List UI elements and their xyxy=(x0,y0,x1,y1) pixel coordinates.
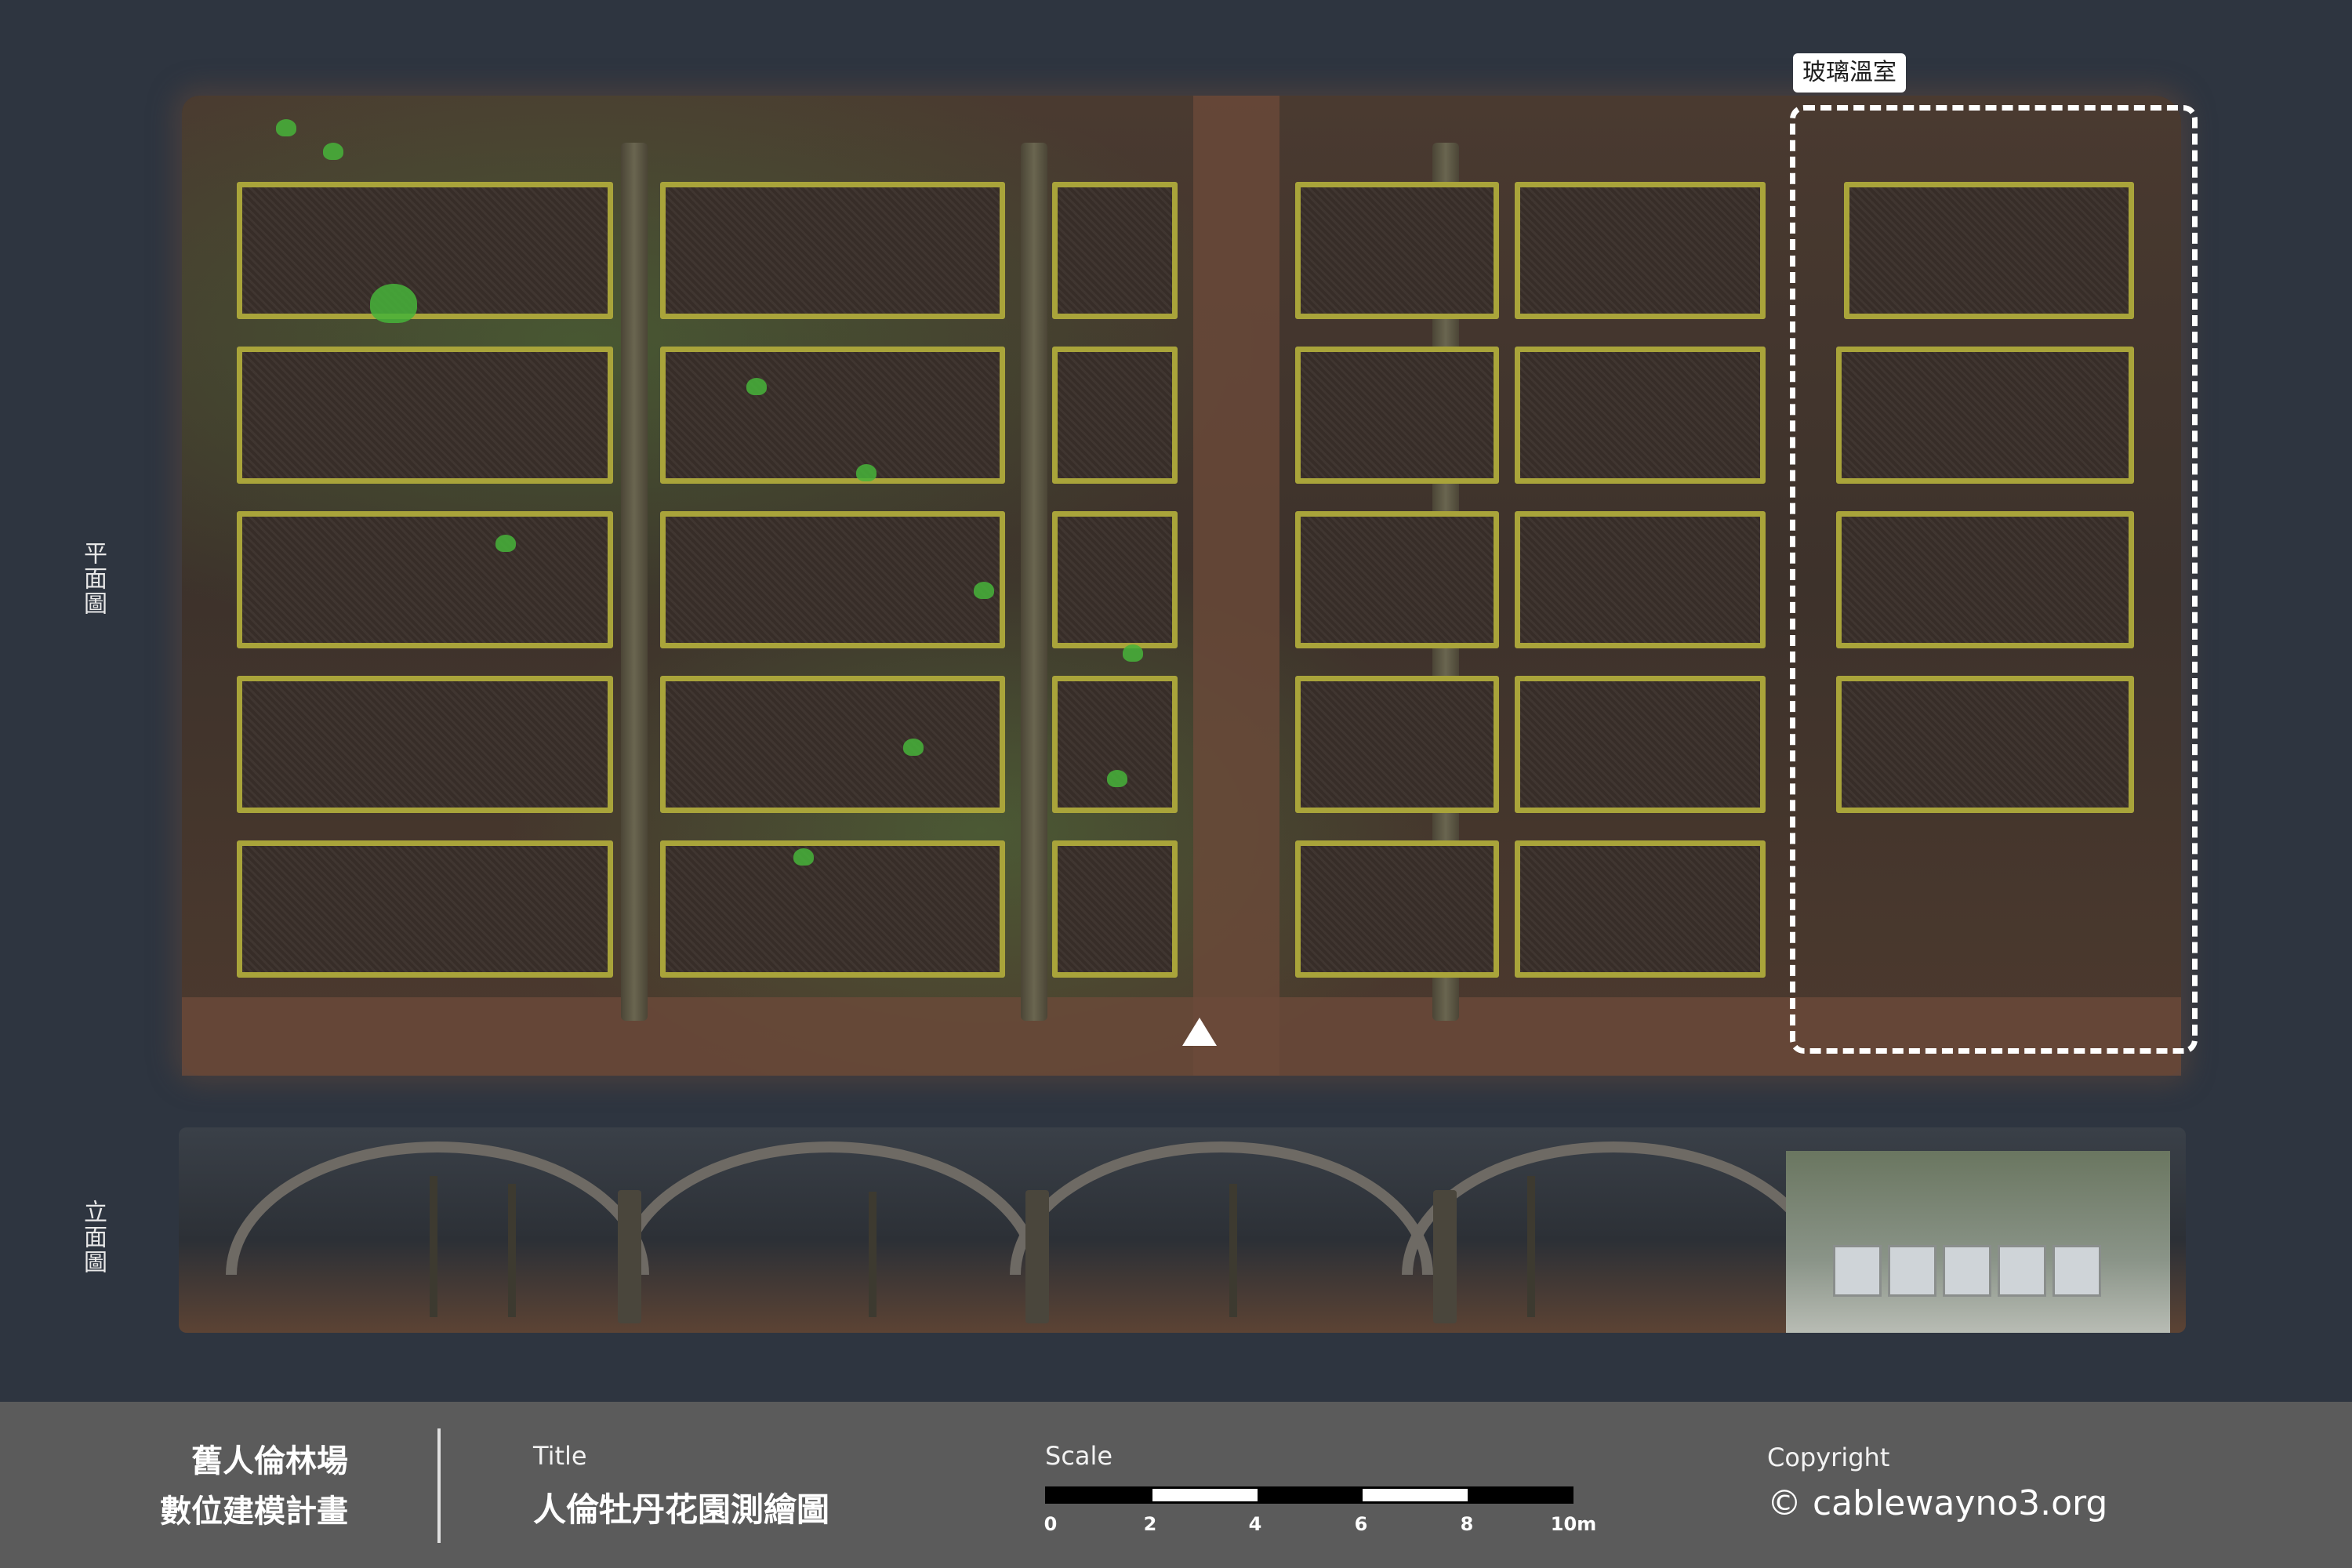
scale-segment xyxy=(1468,1489,1573,1501)
planting-bed xyxy=(660,840,1005,978)
copyright-text: © cablewayno3.org xyxy=(1767,1483,2108,1523)
scale-bar xyxy=(1045,1486,1573,1504)
planting-bed xyxy=(1295,347,1499,484)
plant-sprout xyxy=(974,582,994,599)
scale-segment xyxy=(1152,1489,1258,1501)
greenhouse-elevation xyxy=(1786,1151,2170,1333)
scale-segment xyxy=(1047,1489,1152,1501)
planting-bed xyxy=(1515,676,1766,813)
project-title-line2: 數位建模計畫 xyxy=(160,1494,348,1530)
plant-sprout xyxy=(903,739,924,756)
project-title-line1: 舊人倫林場 xyxy=(191,1443,348,1479)
plant-sprout xyxy=(793,848,814,866)
elevation-view xyxy=(179,1127,2186,1333)
elevation-post xyxy=(618,1190,641,1323)
greenhouse-label: 玻璃溫室 xyxy=(1793,53,1906,93)
planting-bed xyxy=(237,840,613,978)
planting-bed xyxy=(1052,182,1178,319)
planting-bed xyxy=(1515,182,1766,319)
north-arrow-icon xyxy=(1182,1018,1217,1046)
greenhouse-window xyxy=(1833,1245,1882,1297)
pergola-arch xyxy=(1402,1142,1825,1275)
plan-view-label: 平面圖 xyxy=(79,541,107,616)
elevation-post xyxy=(1433,1190,1457,1323)
scale-segment xyxy=(1363,1489,1468,1501)
tree-trunk xyxy=(1527,1176,1535,1317)
title-caption: Title xyxy=(533,1441,587,1471)
elevation-view-label: 立面圖 xyxy=(79,1200,107,1275)
planting-bed xyxy=(237,676,613,813)
planting-bed xyxy=(1515,511,1766,648)
elevation-post xyxy=(1025,1190,1049,1323)
scale-tick: 2 xyxy=(1143,1513,1157,1535)
greenhouse-window xyxy=(1943,1245,1991,1297)
planting-bed xyxy=(1052,511,1178,648)
planting-bed xyxy=(237,182,613,319)
planting-bed xyxy=(1295,182,1499,319)
plant-sprout xyxy=(746,378,767,395)
planting-bed xyxy=(1052,676,1178,813)
planting-bed xyxy=(1295,840,1499,978)
greenhouse-window xyxy=(2053,1245,2101,1297)
plant-sprout xyxy=(1107,770,1127,787)
scale-tick: 4 xyxy=(1248,1513,1262,1535)
planting-bed xyxy=(237,511,613,648)
plant-sprout xyxy=(495,535,516,552)
planting-bed xyxy=(660,676,1005,813)
greenhouse-window xyxy=(1888,1245,1936,1297)
planting-bed xyxy=(1295,511,1499,648)
plant-sprout xyxy=(856,464,877,481)
scale-tick: 0 xyxy=(1044,1513,1058,1535)
plant-sprout xyxy=(370,284,417,323)
scale-tick: 8 xyxy=(1460,1513,1474,1535)
drawing-title: 人倫牡丹花園測繪圖 xyxy=(533,1490,830,1529)
planting-bed xyxy=(1515,840,1766,978)
scale-caption: Scale xyxy=(1045,1441,1113,1471)
footer-divider xyxy=(437,1428,441,1543)
tree-trunk xyxy=(1229,1184,1237,1317)
tree-trunk xyxy=(430,1176,437,1317)
scale-tick: 10m xyxy=(1550,1513,1597,1535)
planting-bed xyxy=(1052,840,1178,978)
center-path xyxy=(1193,96,1279,1076)
planting-bed xyxy=(1295,676,1499,813)
tree-trunk xyxy=(869,1192,877,1317)
pergola-arch xyxy=(226,1142,649,1275)
planting-bed xyxy=(1052,347,1178,484)
plant-sprout xyxy=(323,143,343,160)
tree-trunk xyxy=(508,1184,516,1317)
plant-sprout xyxy=(276,119,296,136)
scale-segment xyxy=(1258,1489,1363,1501)
greenhouse-window xyxy=(1998,1245,2046,1297)
pergola-post xyxy=(621,143,648,1021)
project-title: 舊人倫林場 數位建模計畫 xyxy=(160,1436,348,1537)
planting-bed xyxy=(660,182,1005,319)
plant-sprout xyxy=(1123,644,1143,662)
pergola-arch xyxy=(1010,1142,1433,1275)
planting-bed xyxy=(237,347,613,484)
pergola-arch xyxy=(618,1142,1041,1275)
footer-bar: 舊人倫林場 數位建模計畫 Title 人倫牡丹花園測繪圖 Scale 0 2 4… xyxy=(0,1402,2352,1568)
planting-bed xyxy=(660,511,1005,648)
pergola-post xyxy=(1021,143,1047,1021)
planting-bed xyxy=(660,347,1005,484)
copyright-caption: Copyright xyxy=(1767,1443,1890,1472)
planting-bed xyxy=(1515,347,1766,484)
scale-tick: 6 xyxy=(1354,1513,1368,1535)
greenhouse-outline xyxy=(1790,105,2198,1054)
